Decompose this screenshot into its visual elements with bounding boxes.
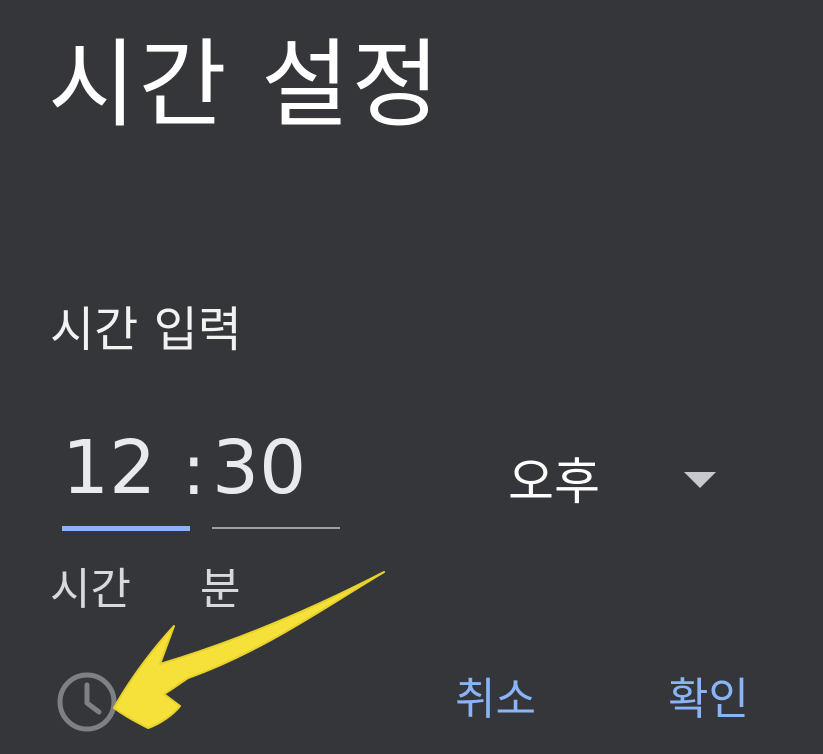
clock-mode-toggle[interactable] bbox=[55, 670, 119, 734]
time-picker-dialog: 시간 설정 시간 입력 : 오후 시간 분 취소 확인 bbox=[0, 0, 823, 754]
dialog-title: 시간 설정 bbox=[48, 29, 442, 141]
minute-input-underline bbox=[212, 527, 340, 529]
cancel-button[interactable]: 취소 bbox=[455, 670, 536, 730]
hour-input-underline bbox=[62, 526, 190, 531]
caret-down-icon bbox=[684, 472, 716, 488]
clock-icon bbox=[57, 672, 117, 732]
input-mode-heading: 시간 입력 bbox=[50, 302, 242, 358]
minute-label: 분 bbox=[200, 564, 241, 615]
hour-field[interactable] bbox=[62, 428, 190, 531]
ok-button[interactable]: 확인 bbox=[668, 670, 749, 730]
hour-label: 시간 bbox=[50, 564, 131, 615]
minute-field[interactable] bbox=[212, 428, 340, 529]
period-value: 오후 bbox=[508, 453, 600, 511]
minute-input[interactable] bbox=[212, 428, 340, 508]
time-separator: : bbox=[182, 429, 206, 511]
period-select[interactable]: 오후 bbox=[508, 446, 738, 518]
hour-input[interactable] bbox=[62, 428, 190, 508]
